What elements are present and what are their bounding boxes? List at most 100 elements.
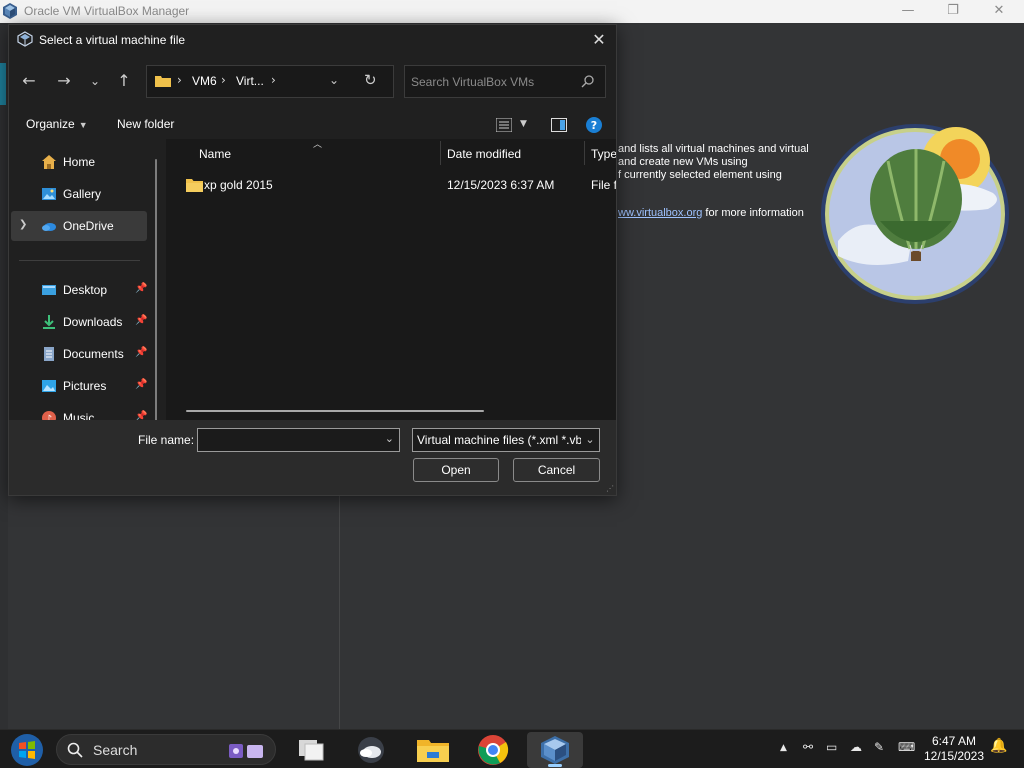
breadcrumb-separator: › bbox=[177, 73, 182, 87]
view-options-icon[interactable] bbox=[496, 118, 512, 132]
nav-divider bbox=[19, 260, 140, 261]
column-header-date-modified[interactable]: Date modified bbox=[447, 147, 521, 161]
downloads-icon bbox=[43, 315, 55, 329]
virtualbox-balloon-illustration bbox=[821, 124, 1009, 304]
show-hidden-icons-chevron-up-icon[interactable]: ▲ bbox=[780, 743, 787, 753]
virtualbox-icon bbox=[541, 736, 569, 764]
recent-locations-chevron-down-icon[interactable]: ⌄ bbox=[83, 68, 107, 94]
nav-item-documents[interactable]: Documents 📌 bbox=[11, 339, 147, 369]
documents-icon bbox=[44, 347, 54, 361]
pen-icon[interactable]: ✎ bbox=[874, 740, 884, 754]
back-button[interactable]: ← bbox=[17, 68, 41, 94]
forward-button[interactable]: → bbox=[52, 68, 76, 94]
file-list-horizontal-scrollbar[interactable] bbox=[186, 410, 484, 412]
breadcrumb-vm6[interactable]: VM6 bbox=[192, 74, 217, 88]
pin-icon[interactable]: 📌 bbox=[135, 283, 147, 294]
up-folder-button[interactable]: ↑ bbox=[112, 68, 136, 94]
nav-pane-scrollbar[interactable] bbox=[155, 159, 157, 421]
network-icon[interactable]: ⚯ bbox=[803, 740, 813, 754]
svg-text:?: ? bbox=[591, 119, 597, 132]
display-icon[interactable]: ▭ bbox=[826, 740, 837, 754]
welcome-line-4: ww.virtualbox.org for more information bbox=[618, 207, 804, 219]
onedrive-taskbar-icon[interactable] bbox=[351, 732, 391, 768]
task-view-icon[interactable] bbox=[291, 732, 331, 768]
file-type-chevron-down-icon[interactable]: ⌄ bbox=[581, 429, 599, 451]
breadcrumb-separator[interactable]: › bbox=[271, 73, 276, 87]
nav-item-desktop[interactable]: Desktop 📌 bbox=[11, 275, 147, 305]
expand-chevron-right-icon[interactable]: ❯ bbox=[19, 219, 27, 230]
resize-grip-icon[interactable]: ⋰ bbox=[606, 484, 614, 493]
file-type-select[interactable]: Virtual machine files (*.xml *.vbox) ⌄ bbox=[412, 428, 600, 452]
nav-item-music[interactable]: ♪ Music 📌 bbox=[11, 403, 147, 420]
pin-icon[interactable]: 📌 bbox=[135, 411, 147, 420]
nav-item-gallery[interactable]: Gallery bbox=[11, 179, 147, 209]
file-name-combobox[interactable]: ⌄ bbox=[197, 428, 400, 452]
help-icon[interactable]: ? bbox=[586, 117, 602, 133]
search-icon[interactable] bbox=[581, 74, 595, 88]
dialog-titlebar[interactable]: Select a virtual machine file ✕ bbox=[9, 25, 616, 55]
nav-label-gallery: Gallery bbox=[63, 187, 102, 201]
welcome-more-info: for more information bbox=[702, 207, 804, 219]
file-explorer-icon[interactable] bbox=[413, 732, 453, 768]
search-box[interactable] bbox=[404, 65, 606, 98]
view-options-chevron-down-icon[interactable]: ▼ bbox=[520, 119, 527, 129]
column-header-name[interactable]: Name bbox=[199, 147, 231, 161]
taskbar-search-label: Search bbox=[93, 742, 138, 758]
file-type: File fo bbox=[591, 178, 616, 192]
chrome-icon[interactable] bbox=[473, 732, 513, 768]
notification-bell-icon[interactable]: 🔔 bbox=[990, 738, 1007, 754]
taskbar-search-box[interactable]: Search bbox=[56, 734, 276, 765]
nav-item-pictures[interactable]: Pictures 📌 bbox=[11, 371, 147, 401]
minimize-button[interactable]: — bbox=[885, 0, 931, 23]
organize-chevron-down-icon: ▼ bbox=[78, 120, 88, 130]
cloud-offline-icon[interactable]: ☁ bbox=[850, 740, 862, 754]
breadcrumb-virtualbox-vms[interactable]: Virt... bbox=[236, 74, 264, 88]
file-name-label: File name: bbox=[138, 433, 195, 447]
refresh-icon[interactable]: ↻ bbox=[364, 71, 377, 89]
vbox-titlebar[interactable]: Oracle VM VirtualBox Manager — ❐ ✕ bbox=[0, 0, 1024, 23]
file-name-chevron-down-icon[interactable]: ⌄ bbox=[385, 432, 394, 445]
pin-icon[interactable]: 📌 bbox=[135, 347, 147, 358]
nav-item-downloads[interactable]: Downloads 📌 bbox=[11, 307, 147, 337]
search-input[interactable] bbox=[411, 72, 571, 92]
dialog-footer: File name: ⌄ Virtual machine files (*.xm… bbox=[9, 420, 616, 495]
vbox-pane-divider[interactable] bbox=[339, 496, 340, 729]
start-button-windows-logo-icon[interactable] bbox=[8, 732, 46, 768]
vbox-tool-strip bbox=[0, 23, 8, 729]
organize-menu-button[interactable]: Organize ▼ bbox=[26, 117, 88, 131]
pin-icon[interactable]: 📌 bbox=[135, 379, 147, 390]
nav-item-home[interactable]: Home bbox=[11, 147, 147, 177]
cancel-button[interactable]: Cancel bbox=[513, 458, 600, 482]
taskbar-clock[interactable]: 6:47 AM 12/15/2023 bbox=[918, 734, 990, 764]
column-header-type[interactable]: Type bbox=[591, 147, 616, 161]
column-resize-handle[interactable] bbox=[440, 141, 441, 165]
virtualbox-website-link[interactable]: ww.virtualbox.org bbox=[618, 207, 702, 219]
select-vm-file-dialog: Select a virtual machine file ✕ ← → ⌄ ↑ … bbox=[8, 24, 617, 496]
welcome-line-2: and create new VMs using bbox=[618, 156, 748, 168]
taskbar: Search ▲ ⚯ ▭ ☁ ✎ ⌨ 6:47 AM 12/15/2023 🔔 bbox=[0, 729, 1024, 768]
open-button[interactable]: Open bbox=[413, 458, 499, 482]
sort-ascending-chevron-up-icon: ︿ bbox=[313, 140, 323, 150]
preview-pane-icon[interactable] bbox=[551, 118, 567, 132]
address-bar[interactable]: › VM6 › Virt... › ⌄ ↻ bbox=[146, 65, 394, 98]
nav-item-onedrive[interactable]: ❯ OneDrive bbox=[11, 211, 147, 241]
vbox-selected-accent bbox=[0, 63, 6, 105]
virtualbox-dialog-icon bbox=[17, 31, 33, 47]
folder-icon bbox=[186, 179, 203, 192]
pictures-icon bbox=[42, 380, 56, 392]
address-history-chevron-down-icon[interactable]: ⌄ bbox=[329, 73, 339, 87]
welcome-line-1: and lists all virtual machines and virtu… bbox=[618, 143, 809, 155]
pin-icon[interactable]: 📌 bbox=[135, 315, 147, 326]
nav-label-pictures: Pictures bbox=[63, 379, 107, 393]
column-resize-handle[interactable] bbox=[584, 141, 585, 165]
gallery-icon bbox=[42, 188, 56, 200]
file-row[interactable]: xp gold 2015 12/15/2023 6:37 AM File fo bbox=[176, 173, 616, 197]
keyboard-icon[interactable]: ⌨ bbox=[898, 740, 915, 754]
file-name-input[interactable] bbox=[202, 432, 378, 448]
vbox-window-title: Oracle VM VirtualBox Manager bbox=[24, 4, 190, 18]
dialog-close-button[interactable]: ✕ bbox=[588, 29, 610, 51]
virtualbox-taskbar-button[interactable] bbox=[527, 732, 583, 768]
maximize-button[interactable]: ❐ bbox=[930, 0, 976, 23]
new-folder-button[interactable]: New folder bbox=[117, 117, 174, 131]
close-window-button[interactable]: ✕ bbox=[976, 0, 1022, 23]
